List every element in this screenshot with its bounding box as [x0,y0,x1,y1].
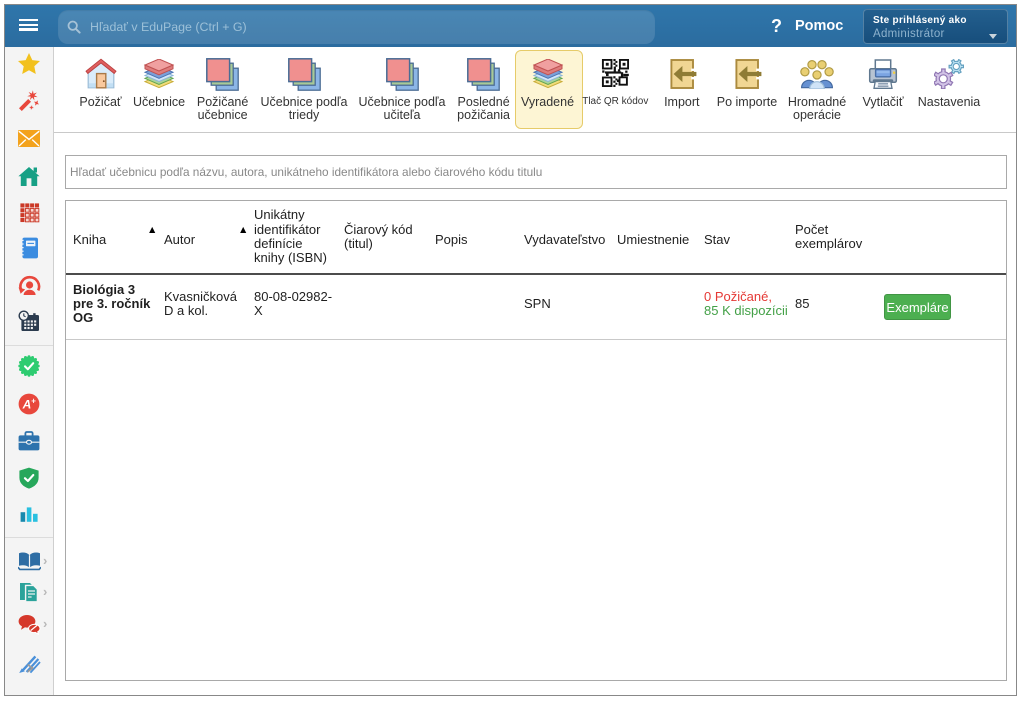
svg-text:A: A [22,397,32,411]
svg-text:+: + [31,396,36,405]
